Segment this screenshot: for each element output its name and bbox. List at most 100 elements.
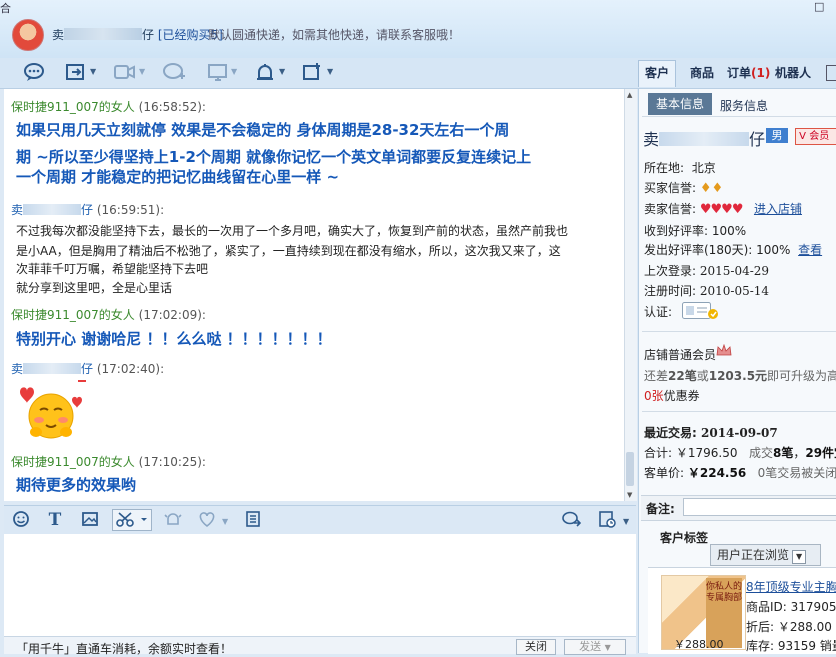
send-options-icon[interactable]: ▼ xyxy=(605,643,611,652)
verified-id-icon xyxy=(682,302,722,320)
positive-rate-label: 收到好评率: xyxy=(644,224,709,238)
tab-robot[interactable]: 机器人 xyxy=(775,64,811,81)
upgrade-hint: 还差22笔或1203.5元即可升级为高级 xyxy=(644,367,836,384)
tab-orders[interactable]: 订单(1) xyxy=(727,64,770,81)
scroll-up-icon[interactable]: ▲ xyxy=(627,91,632,99)
memo-input[interactable] xyxy=(683,498,836,516)
alarm-bell-icon[interactable] xyxy=(252,62,278,84)
message-time: (17:02:09): xyxy=(138,308,206,322)
message-time: (17:10:25): xyxy=(138,455,206,469)
upgrade-suffix: 即可升级为高级 xyxy=(767,369,836,383)
message-input[interactable] xyxy=(4,534,636,636)
crown-icon xyxy=(716,343,732,359)
message-line: 如果只用几天立刻就停 效果是不会稳定的 身体周期是28-32天左右一个周 xyxy=(16,121,510,139)
deals-prefix: 成交 xyxy=(748,446,773,460)
add-plugin-icon[interactable] xyxy=(300,62,326,84)
transfer-chat-icon[interactable] xyxy=(561,510,582,530)
history-dropdown-icon[interactable]: ▼ xyxy=(623,517,629,526)
group-chat-icon[interactable] xyxy=(161,62,187,84)
window-control-icon[interactable]: □ xyxy=(814,0,836,14)
tab-more-icon[interactable] xyxy=(826,65,836,81)
tab-products[interactable]: 商品 xyxy=(690,64,714,81)
unit-price-value: ￥224.56 xyxy=(687,466,747,480)
message-line: 次菲菲千叮万嘱，希望能坚持下去吧 xyxy=(16,262,209,276)
product-discount-row: 折后: ￥288.00 xyxy=(746,618,832,635)
screen-share-dropdown-icon[interactable]: ▼ xyxy=(231,67,237,76)
buyer-name-suffix: 仔 xyxy=(142,28,155,42)
video-icon[interactable] xyxy=(112,62,138,84)
product-image-price: ￥288.00 xyxy=(674,638,724,651)
verify-row: 认证: xyxy=(644,303,672,320)
chat-scrollbar[interactable] xyxy=(624,89,637,501)
product-stock-row: 库存: 93159 销量: xyxy=(746,637,836,654)
plugin-dropdown-icon[interactable]: ▼ xyxy=(327,67,333,76)
last-login-value: 2015-04-29 xyxy=(699,264,770,278)
scroll-down-icon[interactable]: ▼ xyxy=(627,491,632,499)
ad-link[interactable]: 「用千牛」直通车消耗，余额实时查看！ xyxy=(16,640,232,657)
tab-customer[interactable]: 客户 xyxy=(638,60,676,87)
message-time: (16:59:51): xyxy=(96,203,165,217)
video-dropdown-icon[interactable]: ▼ xyxy=(139,67,145,76)
location-row: 所在地: 北京 xyxy=(644,159,716,176)
last-login-label: 上次登录: xyxy=(644,264,697,278)
coupon-label: 优惠券 xyxy=(663,389,700,403)
upgrade-orders: 22笔 xyxy=(668,369,697,383)
enter-shop-link[interactable]: 进入店铺 xyxy=(754,202,802,216)
unit-price-label: 客单价: xyxy=(644,466,685,480)
message-line: 不过我每次都没能坚持下去，最长的一次用了一个多月吧，确实大了，恢复到产前的状态，… xyxy=(16,224,569,238)
diamond-icon: ♦♦ xyxy=(699,181,724,196)
vip-badge: V 会员 xyxy=(795,128,836,145)
product-title-link[interactable]: 8年顶级专业主胸 xyxy=(746,578,836,595)
total-label: 合计: xyxy=(644,446,673,460)
sent-rate-value: 100% xyxy=(756,243,791,257)
history-icon[interactable] xyxy=(597,510,617,530)
buyer-avatar[interactable] xyxy=(12,19,44,51)
scroll-thumb[interactable] xyxy=(626,452,634,486)
sender-name: 保时捷911_007的女人 xyxy=(11,455,135,469)
heart-dropdown-icon[interactable]: ▼ xyxy=(222,517,228,526)
product-title[interactable]: 8年顶级专业主胸 xyxy=(746,580,836,594)
window-corner-text: 合 xyxy=(0,2,11,15)
heart-rating-icon: ♥♥♥♥ xyxy=(699,202,744,217)
sender-name-prefix: 卖 xyxy=(11,203,24,217)
tab-basic-info[interactable]: 基本信息 xyxy=(648,93,712,115)
register-row: 注册时间: 2010-05-14 xyxy=(644,282,769,299)
coupon-count: 0张 xyxy=(644,389,664,403)
chevron-down-icon[interactable]: ▼ xyxy=(792,550,807,564)
unit-price-row: 客单价: ￥224.56 0笔交易被关闭 xyxy=(644,464,836,481)
positive-rate-value: 100% xyxy=(711,224,747,238)
alarm-dropdown-icon[interactable]: ▼ xyxy=(279,67,285,76)
transfer-icon[interactable] xyxy=(63,62,89,84)
product-id-label: 商品ID: xyxy=(746,600,787,614)
customer-name-prefix: 卖 xyxy=(643,130,660,149)
font-icon[interactable]: T xyxy=(45,510,65,530)
browsing-dropdown[interactable]: 用户正在浏览 ▼ xyxy=(710,544,821,566)
coupon-row: 0张优惠券 xyxy=(644,387,700,404)
product-id-row: 商品ID: 31790560 xyxy=(746,598,836,615)
status-message: 默认圆通快递，如需其他快递，请联系客服哦！ xyxy=(208,28,461,42)
location-value: 北京 xyxy=(691,161,716,175)
tab-service-info[interactable]: 服务信息 xyxy=(720,97,768,114)
image-icon[interactable] xyxy=(80,510,100,530)
customer-tags-label[interactable]: 客户标签 xyxy=(660,529,708,546)
message-time: (16:58:52): xyxy=(138,100,206,114)
message-line: 是小AA，但是胸用了精油后不松弛了，紧实了，一直持续到现在都没有缩水，所以，这次… xyxy=(16,244,561,258)
quick-phrase-icon[interactable] xyxy=(243,510,263,530)
screen-share-icon[interactable] xyxy=(205,62,231,84)
name-mosaic xyxy=(23,363,82,374)
shake-icon[interactable] xyxy=(163,510,183,530)
view-rates-link[interactable]: 查看 xyxy=(798,243,822,257)
total-amount: ￥1796.50 xyxy=(675,446,738,460)
transfer-dropdown-icon[interactable]: ▼ xyxy=(90,67,96,76)
total-row: 合计: ￥1796.50 成交8笔，29件宝贝 xyxy=(644,444,836,461)
heart-icon[interactable] xyxy=(197,510,217,530)
emoji-icon[interactable] xyxy=(11,510,31,530)
name-mosaic xyxy=(23,204,82,215)
buyer-credit-label: 买家信誉: xyxy=(644,181,697,195)
chat-bubble-icon[interactable] xyxy=(21,62,47,84)
recent-trade-row: 最近交易: 2014-09-07 xyxy=(644,424,778,441)
name-mosaic xyxy=(64,28,143,40)
scissors-icon[interactable] xyxy=(112,509,152,531)
seller-credit-row: 卖家信誉: ♥♥♥♥ 进入店铺 xyxy=(644,200,802,217)
location-label: 所在地: xyxy=(644,161,685,175)
